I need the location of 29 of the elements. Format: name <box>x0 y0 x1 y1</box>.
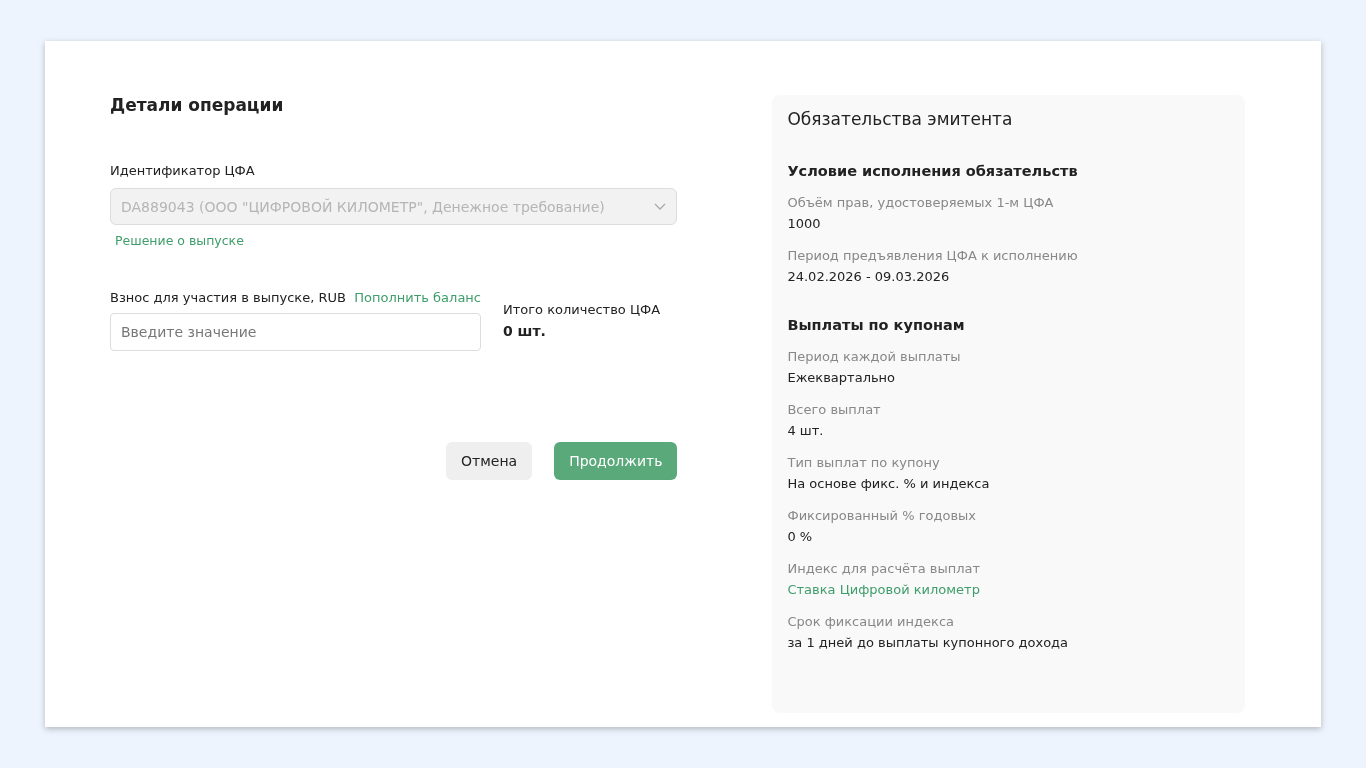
field-value: 0 % <box>787 528 814 546</box>
section-title: Детали операции <box>110 95 285 115</box>
cancel-button[interactable]: Отмена <box>446 442 533 480</box>
chevron-down-icon <box>654 202 667 211</box>
field-value: 1000 <box>787 215 822 233</box>
amount-input[interactable]: Введите значение <box>110 313 481 351</box>
field-label: Взнос для участия в выпуске, RUB <box>110 290 346 305</box>
field-value: 4 шт. <box>787 422 825 440</box>
total-label: Итого количество ЦФА <box>503 302 661 317</box>
section-heading: Выплаты по купонам <box>787 317 966 333</box>
field-value: Ежеквартально <box>787 369 897 387</box>
field-label: Фиксированный % годовых <box>787 507 978 525</box>
index-link[interactable]: Ставка Цифровой километр <box>787 579 1230 600</box>
continue-button[interactable]: Продолжить <box>554 442 678 480</box>
field-label: Индекс для расчёта выплат <box>787 560 982 578</box>
field-label: Срок фиксации индекса <box>787 613 955 631</box>
total-value: 0 шт. <box>503 323 547 339</box>
top-up-link[interactable]: Пополнить баланс <box>354 290 481 305</box>
field-value: 24.02.2026 - 09.03.2026 <box>787 268 951 286</box>
field-label: Объём прав, удостоверяемых 1-м ЦФА <box>787 194 1055 212</box>
field-label: Период предъявления ЦФА к исполнению <box>787 247 1079 265</box>
field-label: Всего выплат <box>787 401 882 419</box>
field-label: Идентификатор ЦФА <box>110 163 256 178</box>
section-heading: Условие исполнения обязательств <box>787 163 1079 179</box>
panel-title: Обязательства эмитента <box>787 109 1014 129</box>
field-value: за 1 дней до выплаты купонного дохода <box>787 634 1070 652</box>
field-label: Тип выплат по купону <box>787 454 941 472</box>
field-label: Период каждой выплаты <box>787 348 962 366</box>
field-value: На основе фикс. % и индекса <box>787 475 991 493</box>
